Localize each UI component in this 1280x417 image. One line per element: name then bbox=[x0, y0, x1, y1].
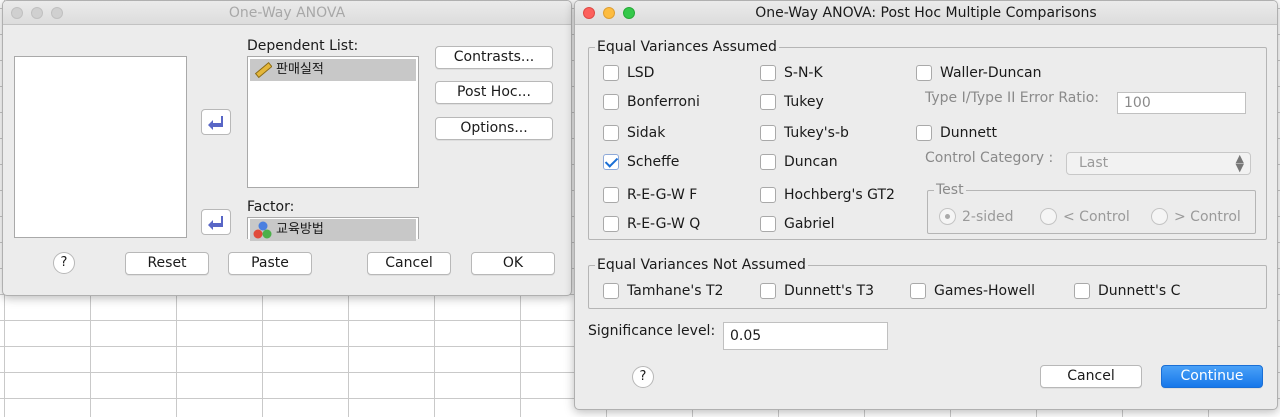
scheffe-checkbox[interactable]: Scheffe bbox=[603, 154, 679, 170]
dependent-item-label: 판매실적 bbox=[276, 62, 324, 77]
equal-variances-assumed-title: Equal Variances Assumed bbox=[595, 38, 779, 56]
control-category-label: Control Category : bbox=[925, 150, 1054, 166]
duncan-checkbox[interactable]: Duncan bbox=[760, 154, 838, 170]
tukey-checkbox[interactable]: Tukey bbox=[760, 94, 824, 110]
close-window-button[interactable] bbox=[583, 7, 595, 19]
reset-button[interactable]: Reset bbox=[125, 252, 209, 275]
zoom-window-button[interactable] bbox=[51, 7, 63, 19]
arrow-right-icon bbox=[208, 116, 223, 130]
bonferroni-checkbox[interactable]: Bonferroni bbox=[603, 94, 700, 110]
error-ratio-label: Type I/Type II Error Ratio: bbox=[925, 90, 1100, 106]
dunnett-t3-checkbox[interactable]: Dunnett's T3 bbox=[760, 283, 874, 299]
move-to-factor-button[interactable] bbox=[201, 209, 231, 235]
control-category-value: Last bbox=[1079, 155, 1109, 171]
zoom-window-button[interactable] bbox=[623, 7, 635, 19]
cancel-button[interactable]: Cancel bbox=[367, 252, 451, 275]
snk-checkbox[interactable]: S-N-K bbox=[760, 65, 823, 81]
test-group-title: Test bbox=[934, 181, 966, 199]
nominal-variable-icon bbox=[253, 221, 272, 239]
continue-button[interactable]: Continue bbox=[1161, 365, 1263, 388]
ruler-icon bbox=[254, 61, 272, 79]
paste-button[interactable]: Paste bbox=[228, 252, 312, 275]
minimize-window-button[interactable] bbox=[603, 7, 615, 19]
lsd-checkbox[interactable]: LSD bbox=[603, 65, 654, 81]
regwq-checkbox[interactable]: R-E-G-W Q bbox=[603, 216, 700, 232]
games-howell-checkbox[interactable]: Games-Howell bbox=[910, 283, 1035, 299]
help-button[interactable]: ? bbox=[632, 366, 654, 388]
ok-button[interactable]: OK bbox=[471, 252, 555, 275]
factor-item-label: 교육방법 bbox=[276, 222, 324, 237]
control-category-select[interactable]: Last ▲ ▼ bbox=[1066, 152, 1251, 175]
greater-than-control-radio[interactable]: > Control bbox=[1151, 208, 1241, 225]
main-titlebar: One-Way ANOVA bbox=[3, 1, 571, 25]
contrasts-button[interactable]: Contrasts... bbox=[435, 46, 553, 69]
close-window-button[interactable] bbox=[11, 7, 23, 19]
cancel-button[interactable]: Cancel bbox=[1040, 365, 1142, 388]
tukeys-b-checkbox[interactable]: Tukey's-b bbox=[760, 125, 849, 141]
variable-source-list[interactable] bbox=[14, 56, 187, 238]
post-hoc-button[interactable]: Post Hoc... bbox=[435, 81, 553, 104]
regwf-checkbox[interactable]: R-E-G-W F bbox=[603, 187, 697, 203]
chevron-updown-icon: ▲ ▼ bbox=[1235, 152, 1244, 174]
factor-list[interactable]: 교육방법 bbox=[247, 217, 419, 241]
one-way-anova-dialog: One-Way ANOVA Dependent List: 판매실적 Facto… bbox=[2, 0, 572, 296]
posthoc-titlebar: One-Way ANOVA: Post Hoc Multiple Compari… bbox=[575, 1, 1277, 25]
dependent-list[interactable]: 판매실적 bbox=[247, 56, 419, 188]
dunnett-c-checkbox[interactable]: Dunnett's C bbox=[1074, 283, 1180, 299]
hochberg-checkbox[interactable]: Hochberg's GT2 bbox=[760, 187, 895, 203]
less-than-control-radio[interactable]: < Control bbox=[1040, 208, 1130, 225]
factor-list-item[interactable]: 교육방법 bbox=[250, 219, 416, 241]
posthoc-window-title: One-Way ANOVA: Post Hoc Multiple Compari… bbox=[755, 5, 1097, 21]
dependent-list-label: Dependent List: bbox=[247, 38, 359, 54]
main-window-title: One-Way ANOVA bbox=[228, 5, 346, 21]
arrow-right-icon bbox=[208, 216, 223, 230]
minimize-window-button[interactable] bbox=[31, 7, 43, 19]
two-sided-radio[interactable]: 2-sided bbox=[939, 208, 1014, 225]
equal-variances-not-assumed-title: Equal Variances Not Assumed bbox=[595, 256, 808, 274]
dependent-list-item[interactable]: 판매실적 bbox=[250, 59, 416, 81]
scheffe-checkmark bbox=[603, 154, 619, 170]
sidak-checkbox[interactable]: Sidak bbox=[603, 125, 665, 141]
post-hoc-dialog: One-Way ANOVA: Post Hoc Multiple Compari… bbox=[574, 0, 1278, 410]
move-to-dependent-button[interactable] bbox=[201, 109, 231, 135]
tamhane-checkbox[interactable]: Tamhane's T2 bbox=[603, 283, 723, 299]
dunnett-checkbox[interactable]: Dunnett bbox=[916, 125, 997, 141]
gabriel-checkbox[interactable]: Gabriel bbox=[760, 216, 834, 232]
error-ratio-field[interactable]: 100 bbox=[1117, 92, 1246, 114]
waller-duncan-checkbox[interactable]: Waller-Duncan bbox=[916, 65, 1042, 81]
options-button[interactable]: Options... bbox=[435, 117, 553, 140]
factor-label: Factor: bbox=[247, 199, 295, 215]
help-button[interactable]: ? bbox=[53, 252, 75, 274]
significance-level-label: Significance level: bbox=[588, 323, 716, 339]
significance-level-field[interactable]: 0.05 bbox=[723, 322, 888, 350]
